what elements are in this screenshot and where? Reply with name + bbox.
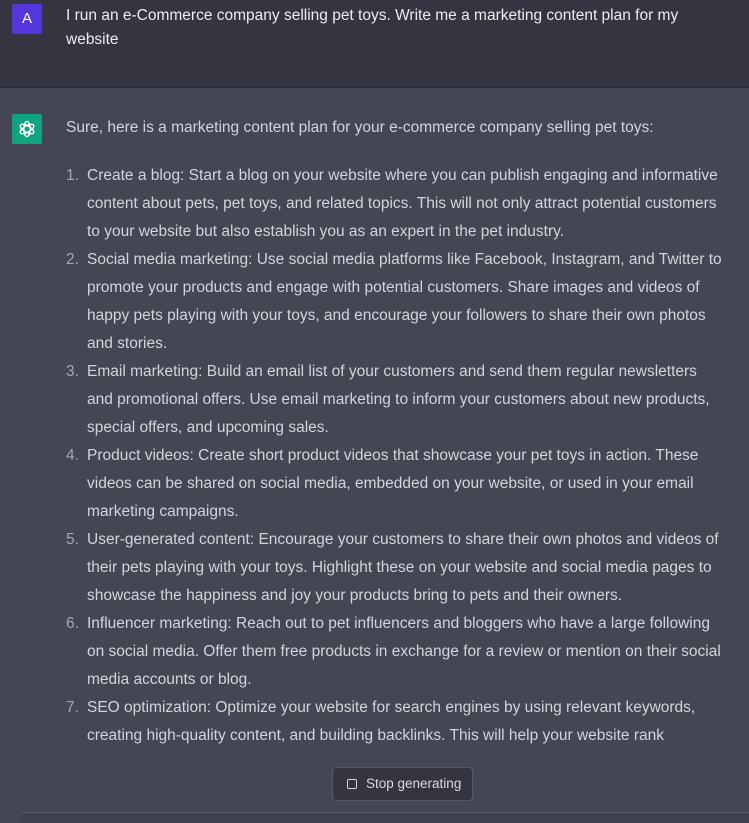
list-item-text: Influencer marketing: Reach out to pet i…	[87, 615, 721, 688]
list-item-number: 2.	[66, 251, 79, 268]
list-item: 7. SEO optimization: Optimize your websi…	[66, 694, 726, 750]
list-item: 6. Influencer marketing: Reach out to pe…	[66, 610, 726, 694]
list-item-number: 7.	[66, 699, 79, 716]
list-item-number: 4.	[66, 447, 79, 464]
assistant-intro-text: Sure, here is a marketing content plan f…	[66, 119, 654, 136]
list-item: 1. Create a blog: Start a blog on your w…	[66, 162, 726, 246]
list-item-text: Product videos: Create short product vid…	[87, 447, 699, 520]
list-item: 3. Email marketing: Build an email list …	[66, 358, 726, 442]
list-item-number: 3.	[66, 363, 79, 380]
list-item-number: 6.	[66, 615, 79, 632]
list-item-text: Create a blog: Start a blog on your webs…	[87, 167, 718, 240]
stop-generating-button[interactable]: Stop generating	[332, 767, 473, 801]
openai-logo-icon	[19, 120, 35, 138]
list-item-number: 1.	[66, 167, 79, 184]
list-item-number: 5.	[66, 531, 79, 548]
message-input-bar[interactable]	[20, 812, 749, 823]
list-item-text: Email marketing: Build an email list of …	[87, 363, 710, 436]
user-message: A I run an e-Commerce company selling pe…	[0, 0, 749, 88]
marketing-plan-list: 1. Create a blog: Start a blog on your w…	[66, 162, 726, 750]
list-item-text: Social media marketing: Use social media…	[87, 251, 722, 352]
list-item-text: SEO optimization: Optimize your website …	[87, 699, 696, 744]
list-item-text: User-generated content: Encourage your c…	[87, 531, 719, 604]
assistant-avatar	[12, 114, 42, 144]
stop-square-icon	[347, 779, 357, 789]
user-prompt-text: I run an e-Commerce company selling pet …	[66, 7, 679, 48]
list-item: 5. User-generated content: Encourage you…	[66, 526, 726, 610]
list-item: 2. Social media marketing: Use social me…	[66, 246, 726, 358]
assistant-message: Sure, here is a marketing content plan f…	[0, 88, 749, 822]
list-item: 4. Product videos: Create short product …	[66, 442, 726, 526]
stop-generating-label: Stop generating	[366, 776, 462, 791]
user-avatar: A	[12, 4, 42, 34]
